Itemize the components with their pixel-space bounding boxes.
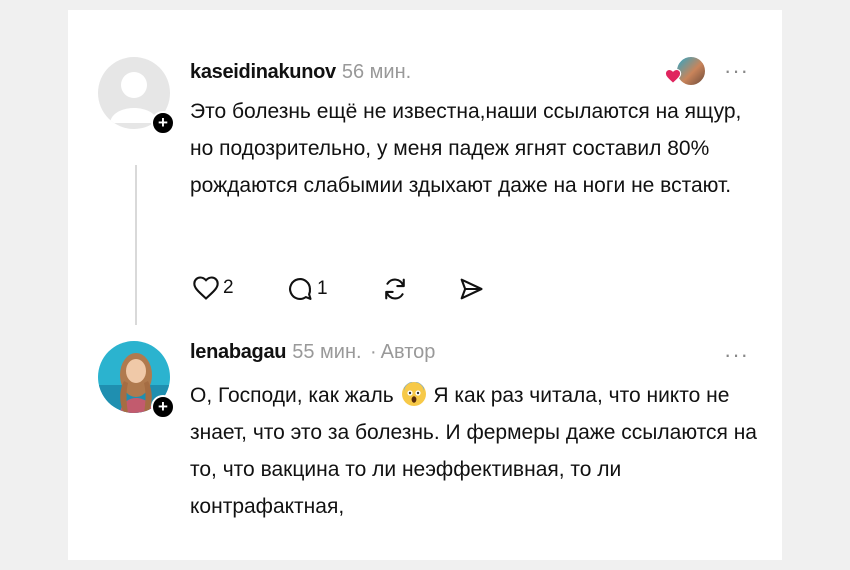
follow-plus-icon[interactable]: + xyxy=(151,111,175,135)
timestamp: 55 мин. xyxy=(292,341,362,363)
heart-icon xyxy=(193,276,219,300)
repost-button[interactable] xyxy=(380,275,410,303)
share-button[interactable] xyxy=(456,275,486,303)
like-button[interactable]: 2 xyxy=(192,275,234,301)
more-options-button[interactable]: ··· xyxy=(724,344,749,366)
separator-dot: · xyxy=(370,341,377,363)
username[interactable]: lenabagau xyxy=(190,341,287,363)
comment-header: kaseidinakunov 56 мин. xyxy=(190,60,411,86)
comments-panel: + kaseidinakunov 56 мин. ··· Это болезнь … xyxy=(68,10,782,560)
follow-plus-icon[interactable]: + xyxy=(151,395,175,419)
comment-header: lenabagau 55 мин. · Автор xyxy=(190,340,435,366)
comment-text-part: О, Господи, как жаль xyxy=(190,384,394,407)
comment-icon xyxy=(289,278,312,300)
more-options-button[interactable]: ··· xyxy=(724,60,749,82)
scream-emoji-icon xyxy=(401,382,426,406)
like-count: 2 xyxy=(223,277,234,298)
reply-count: 1 xyxy=(317,278,328,299)
comment-text: Это болезнь ещё не известна,наши ссылают… xyxy=(190,100,742,197)
timestamp: 56 мин. xyxy=(341,61,412,83)
heart-filled-icon xyxy=(664,68,682,84)
send-icon xyxy=(460,278,483,300)
repost-icon xyxy=(385,278,405,300)
liked-by-author-badge xyxy=(664,54,706,88)
reply-button[interactable]: 1 xyxy=(286,275,328,303)
author-label: Автор xyxy=(380,341,436,363)
username[interactable]: kaseidinakunov xyxy=(190,61,336,83)
comment-text: О, Господи, как жаль Я как раз читала, ч… xyxy=(190,377,770,525)
thread-line xyxy=(135,165,137,325)
